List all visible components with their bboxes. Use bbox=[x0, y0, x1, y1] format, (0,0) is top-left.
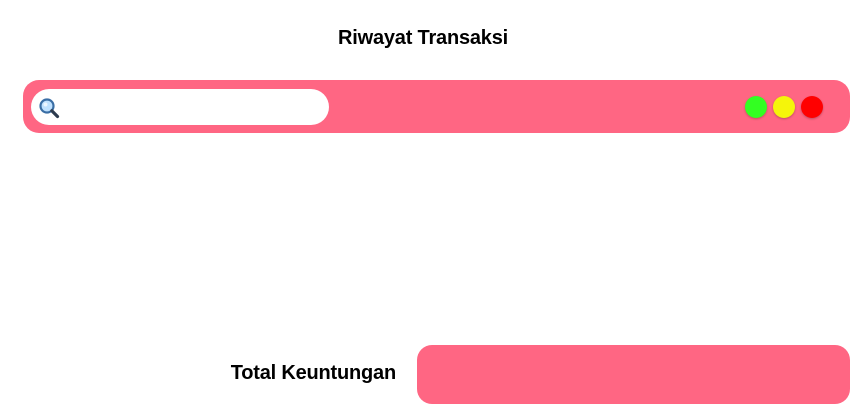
window-controls bbox=[745, 96, 823, 118]
yellow-dot-button[interactable] bbox=[773, 96, 795, 118]
page-title: Riwayat Transaksi bbox=[337, 27, 509, 49]
total-profit-label: Total Keuntungan bbox=[230, 362, 396, 384]
total-profit-value-box bbox=[417, 345, 850, 404]
red-dot-button[interactable] bbox=[801, 96, 823, 118]
green-dot-button[interactable] bbox=[745, 96, 767, 118]
toolbar bbox=[23, 80, 850, 133]
transaction-history-page: Riwayat Transaksi Total Keuntungan bbox=[0, 0, 864, 416]
search-input[interactable] bbox=[31, 89, 329, 125]
